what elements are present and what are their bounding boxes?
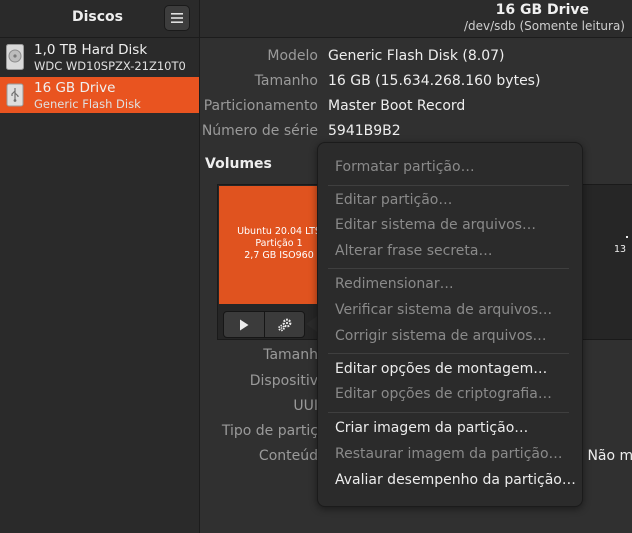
property-value-model: Generic Flash Disk (8.07) [328,48,505,64]
popover-arrow [306,316,317,332]
menu-separator [328,353,569,354]
drive-title: 16 GB Drive [495,2,589,18]
menu-item-repair-filesystem[interactable]: Corrigir sistema de arquivos… [335,328,547,344]
menu-item-benchmark-partition[interactable]: Avaliar desempenho da partição… [335,472,576,488]
volume-label-device: Dispositiv [249,373,318,389]
menu-item-create-partition-image[interactable]: Criar imagem da partição… [335,420,528,436]
property-label-partitioning: Particionamento [203,98,318,114]
disk-item-hard-disk[interactable]: 1,0 TB Hard Disk WDC WD10SPZX-21Z10T0 [0,39,199,75]
disk-name: 16 GB Drive [34,80,116,96]
partition-options-button[interactable] [265,312,305,337]
free-space-label: 13 [614,244,627,255]
menu-item-format-partition[interactable]: Formatar partição… [335,159,475,175]
usb-drive-icon [6,83,24,107]
property-label-size: Tamanho [254,73,318,89]
volume-label-uuid: UUI [293,398,318,414]
volumes-heading: Volumes [205,156,272,172]
gears-icon [278,318,292,331]
play-icon [240,319,249,330]
menu-separator [328,185,569,186]
volume-label-size: Tamanh [263,347,318,363]
disk-subtitle: WDC WD10SPZX-21Z10T0 [34,59,186,73]
disk-name: 1,0 TB Hard Disk [34,42,148,58]
disk-item-usb-drive[interactable]: 16 GB Drive Generic Flash Disk [0,77,199,113]
menu-item-change-passphrase[interactable]: Alterar frase secreta… [335,243,492,259]
menu-item-check-filesystem[interactable]: Verificar sistema de arquivos… [335,302,552,318]
property-value-size: 16 GB (15.634.268.160 bytes) [328,73,541,89]
menu-separator [328,268,569,269]
partition-toolbar [223,311,305,338]
volume-value-contents: – Não m [576,448,632,464]
property-label-serial: Número de série [201,123,318,139]
menu-item-edit-encryption-options[interactable]: Editar opções de criptografia… [335,386,552,402]
property-label-model: Modelo [267,48,318,64]
menu-button[interactable] [164,5,190,31]
volume-label-partition-type: Tipo de partiç [221,423,318,439]
hamburger-menu-icon [171,13,183,23]
main-header: 16 GB Drive /dev/sdb (Somente leitura) [200,0,632,38]
volume-label-contents: Conteúd [258,448,318,464]
menu-item-edit-partition[interactable]: Editar partição… [335,192,452,208]
property-value-serial: 5941B9B2 [328,123,401,139]
drive-path: /dev/sdb (Somente leitura) [463,19,625,33]
mount-button[interactable] [224,312,265,337]
sidebar: Discos 1,0 TB Hard Disk WDC WD10SPZX-21Z… [0,0,200,533]
hard-disk-icon [6,44,24,70]
menu-item-resize[interactable]: Redimensionar… [335,276,454,292]
menu-item-edit-filesystem[interactable]: Editar sistema de arquivos… [335,217,536,233]
menu-item-restore-partition-image[interactable]: Restaurar imagem da partição… [335,446,563,462]
menu-separator [328,412,569,413]
partition-menu: Formatar partição… Editar partição… Edit… [317,142,583,507]
free-space-marker [626,236,628,238]
disk-subtitle: Generic Flash Disk [34,97,141,111]
property-value-partitioning: Master Boot Record [328,98,466,114]
menu-item-edit-mount-options[interactable]: Editar opções de montagem… [335,361,547,377]
sidebar-header: Discos [0,0,199,38]
